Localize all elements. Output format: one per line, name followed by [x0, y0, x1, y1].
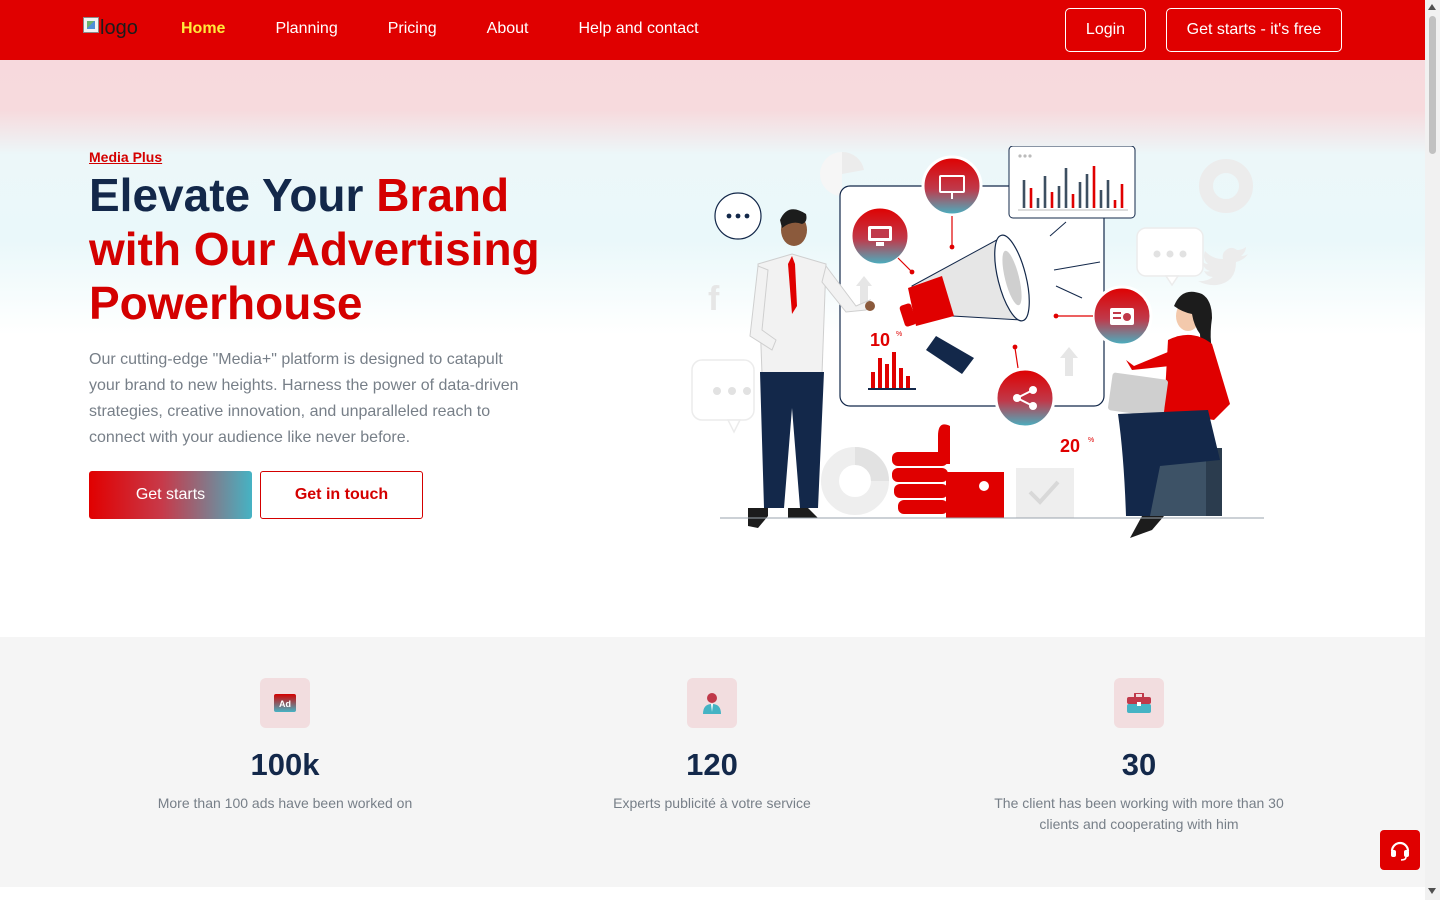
facebook-icon: f [708, 280, 720, 318]
get-in-touch-button[interactable]: Get in touch [260, 471, 423, 519]
scroll-down-arrow-icon[interactable] [1428, 888, 1436, 894]
stat-ads: Ad 100k More than 100 ads have been work… [105, 637, 465, 814]
ad-icon: Ad [274, 694, 296, 712]
bar-chart-card [1008, 146, 1136, 219]
chat-bubble-left [691, 359, 755, 434]
twitter-icon [1198, 247, 1248, 286]
login-button[interactable]: Login [1065, 8, 1146, 52]
get-started-free-button[interactable]: Get starts - it's free [1166, 8, 1342, 52]
thumbs-up-icon [892, 424, 1004, 518]
nav-link-planning[interactable]: Planning [275, 20, 337, 38]
nav-link-help-contact[interactable]: Help and contact [578, 20, 698, 38]
chat-bubble-icon [714, 192, 762, 240]
badge-20-unit: % [1088, 437, 1094, 444]
nav-link-about[interactable]: About [487, 20, 529, 38]
stat-ads-value: 100k [250, 747, 320, 782]
stat-clients-icon-box [1114, 678, 1164, 728]
hero-section: Media Plus Elevate Your Brand with Our A… [0, 60, 1425, 637]
stats-section: Ad 100k More than 100 ads have been work… [0, 637, 1425, 887]
stat-experts-icon-box [687, 678, 737, 728]
hero-illustration: f 10 % 20 % [691, 146, 1264, 538]
logo-alt-text: logo [100, 17, 138, 39]
nav-link-home[interactable]: Home [181, 20, 225, 38]
expert-user-icon [703, 693, 721, 714]
scroll-thumb[interactable] [1429, 16, 1436, 154]
headline-dark-part: Elevate Your [89, 169, 377, 221]
stat-experts: 120 Experts publicité à votre service [532, 637, 892, 814]
support-chat-button[interactable] [1380, 830, 1420, 870]
broken-image-icon [83, 17, 99, 33]
badge-10-value: 10 [870, 330, 890, 350]
stat-clients-description: The client has been working with more th… [994, 795, 1284, 832]
briefcase-icon [1127, 693, 1151, 713]
hero-description: Our cutting-edge "Media+" platform is de… [89, 351, 519, 446]
top-navbar: logo Home Planning Pricing About Help an… [0, 0, 1425, 60]
nav-link-pricing[interactable]: Pricing [388, 20, 437, 38]
scroll-up-arrow-icon[interactable] [1428, 4, 1436, 10]
svg-text:Ad: Ad [279, 699, 291, 709]
get-started-button[interactable]: Get starts [89, 471, 252, 519]
checkbox-decoration [1016, 468, 1074, 518]
stat-ads-icon-box: Ad [260, 678, 310, 728]
stat-experts-description: Experts publicité à votre service [613, 795, 811, 811]
donut-decoration [1199, 159, 1253, 213]
logo[interactable]: logo [83, 17, 138, 40]
stat-clients-value: 30 [1121, 747, 1157, 782]
main-nav: Home Planning Pricing About Help and con… [181, 20, 749, 38]
chat-bubble-right [1136, 227, 1204, 287]
hero-headline: Elevate Your Brand with Our Advertising … [89, 168, 609, 330]
stat-ads-description: More than 100 ads have been worked on [157, 795, 413, 811]
headset-icon [1390, 841, 1410, 861]
stat-clients: 30 The client has been working with more… [959, 637, 1319, 835]
badge-10-unit: % [896, 331, 902, 338]
badge-20-value: 20 [1060, 436, 1080, 456]
svg-text:f: f [708, 280, 720, 318]
page-scrollbar[interactable] [1425, 0, 1440, 900]
brand-eyebrow-link[interactable]: Media Plus [89, 149, 162, 165]
stat-experts-value: 120 [686, 747, 738, 782]
donut-chart-decoration [821, 447, 889, 515]
